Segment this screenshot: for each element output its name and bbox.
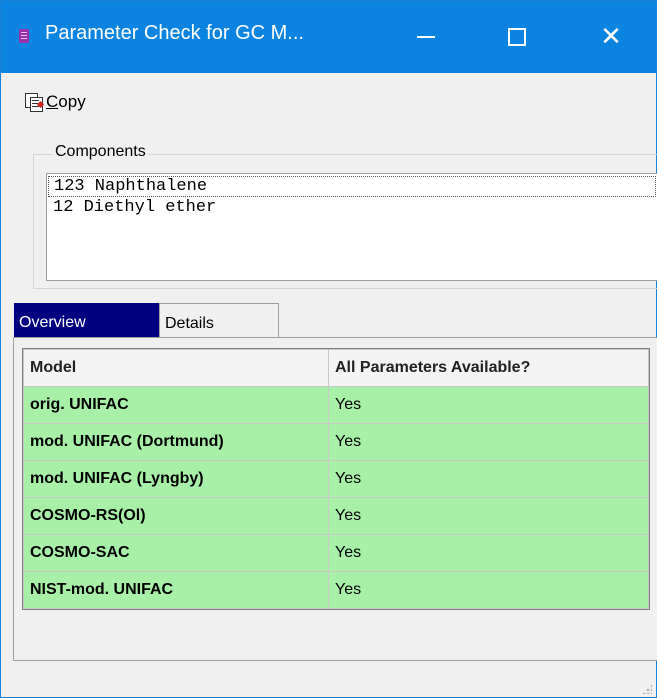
close-icon: ✕ <box>600 22 622 52</box>
model-cell: COSMO-SAC <box>23 534 329 572</box>
parameters-grid[interactable]: Model All Parameters Available? orig. UN… <box>22 348 650 610</box>
column-header-available[interactable]: All Parameters Available? <box>328 349 649 387</box>
table-row[interactable]: mod. UNIFAC (Dortmund) Yes <box>23 423 649 461</box>
model-cell: mod. UNIFAC (Lyngby) <box>23 460 329 498</box>
model-cell: orig. UNIFAC <box>23 386 329 424</box>
components-listbox[interactable]: 123 Naphthalene 12 Diethyl ether <box>46 173 657 281</box>
model-cell: COSMO-RS(Ol) <box>23 497 329 535</box>
table-row[interactable]: mod. UNIFAC (Lyngby) Yes <box>23 460 649 498</box>
minimize-button[interactable] <box>381 1 471 73</box>
components-legend: Components <box>53 143 148 161</box>
grid-header-row: Model All Parameters Available? <box>23 349 649 387</box>
component-list-item[interactable]: 12 Diethyl ether <box>47 197 657 218</box>
title-bar[interactable]: Parameter Check for GC M... ✕ <box>1 1 656 73</box>
table-row[interactable]: NIST-mod. UNIFAC Yes <box>23 571 649 609</box>
window-title: Parameter Check for GC M... <box>45 22 304 44</box>
minimize-icon <box>417 36 435 38</box>
parameter-check-window: Parameter Check for GC M... ✕ Copy Compo… <box>0 0 657 698</box>
table-row[interactable]: COSMO-SAC Yes <box>23 534 649 572</box>
table-row[interactable]: COSMO-RS(Ol) Yes <box>23 497 649 535</box>
maximize-icon <box>508 28 526 46</box>
table-row[interactable]: orig. UNIFAC Yes <box>23 386 649 424</box>
resize-grip-icon[interactable] <box>642 684 652 694</box>
component-list-item[interactable]: 123 Naphthalene <box>48 176 656 197</box>
maximize-button[interactable] <box>472 1 562 73</box>
column-header-model[interactable]: Model <box>23 349 329 387</box>
available-cell: Yes <box>328 386 649 424</box>
status-bar <box>1 677 656 697</box>
tab-details[interactable]: Details <box>159 303 279 337</box>
model-cell: mod. UNIFAC (Dortmund) <box>23 423 329 461</box>
available-cell: Yes <box>328 571 649 609</box>
available-cell: Yes <box>328 497 649 535</box>
app-icon <box>19 29 29 43</box>
copy-button-label: Copy <box>46 92 86 111</box>
copy-button[interactable]: Copy <box>25 89 86 115</box>
model-cell: NIST-mod. UNIFAC <box>23 571 329 609</box>
copy-icon <box>25 93 45 112</box>
close-button[interactable]: ✕ <box>566 1 656 73</box>
available-cell: Yes <box>328 534 649 572</box>
available-cell: Yes <box>328 423 649 461</box>
available-cell: Yes <box>328 460 649 498</box>
tab-overview[interactable]: Overview <box>14 303 159 337</box>
